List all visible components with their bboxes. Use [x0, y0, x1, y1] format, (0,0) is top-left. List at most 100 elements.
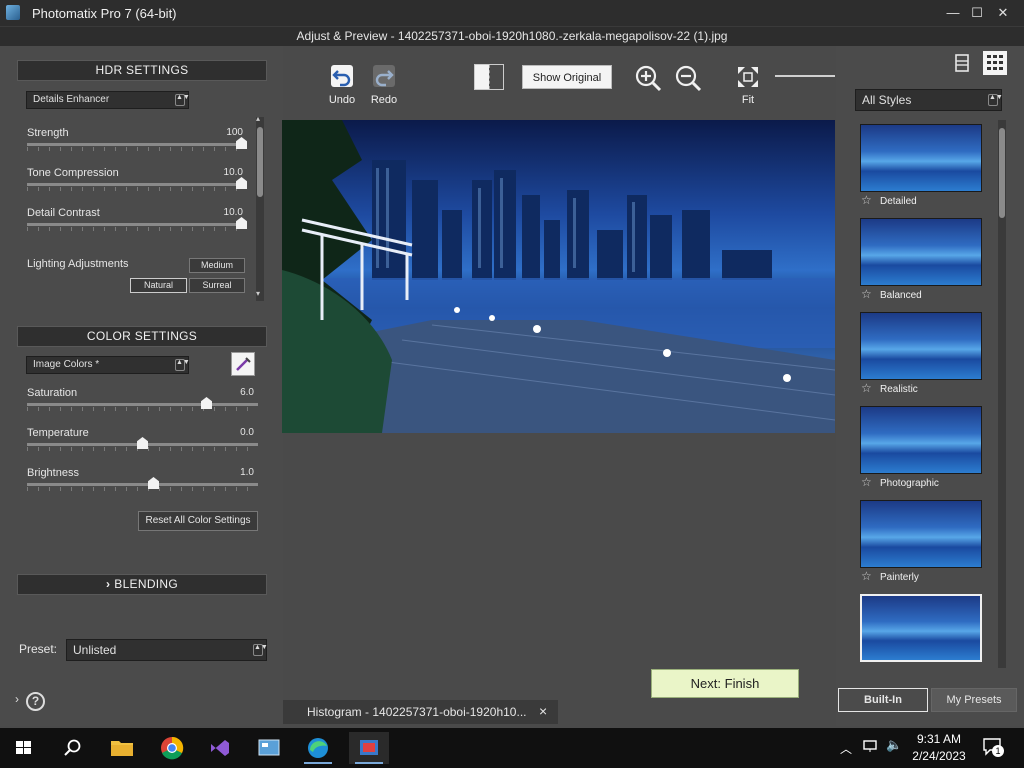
preset-select[interactable]: Unlisted ▲▼ [66, 639, 268, 661]
edge-icon [308, 738, 328, 758]
taskbar-edge[interactable] [298, 732, 338, 764]
lighting-natural-button[interactable]: Natural [130, 278, 187, 293]
taskbar-control-panel[interactable] [249, 732, 289, 764]
color-mode-select[interactable]: Image Colors * ▲▼ [26, 356, 190, 374]
volume-icon[interactable]: 🔈 [886, 737, 902, 753]
slider-track[interactable] [27, 183, 247, 186]
minimize-icon[interactable]: — [942, 3, 964, 23]
lighting-surreal-button[interactable]: Surreal [189, 278, 245, 293]
app-icon [6, 5, 20, 20]
slider-track[interactable] [27, 483, 258, 486]
color-settings-header[interactable]: COLOR SETTINGS [17, 326, 267, 347]
taskbar-time[interactable]: 9:31 AM [908, 732, 970, 746]
blending-header[interactable]: › BLENDING [17, 574, 267, 595]
split-view-icon [475, 65, 489, 89]
document-titlebar: Adjust & Preview - 1402257371-oboi-1920h… [0, 26, 1024, 46]
taskbar-chrome[interactable] [152, 732, 192, 764]
style-thumbnail[interactable] [860, 218, 982, 286]
hdr-scrollbar[interactable] [256, 117, 264, 301]
zoom-in-button[interactable] [634, 64, 662, 92]
film-strip-icon [955, 54, 969, 72]
hdr-method-value: Details Enhancer [33, 94, 110, 105]
tab-built-in[interactable]: Built-In [838, 688, 928, 712]
star-icon[interactable]: ☆ [861, 381, 872, 395]
histogram-titlebar[interactable]: Histogram - 1402257371-oboi-1920h10... × [283, 700, 558, 724]
scroll-up-icon[interactable]: ▴ [256, 114, 260, 123]
expand-chevron-icon[interactable]: › [15, 692, 19, 706]
maximize-icon[interactable]: ☐ [966, 3, 988, 23]
help-icon[interactable]: ? [26, 692, 45, 711]
lighting-medium-button[interactable]: Medium [189, 258, 245, 273]
tab-my-presets[interactable]: My Presets [931, 688, 1017, 712]
chevron-up-icon[interactable]: ︿ [840, 740, 852, 757]
histogram-close-icon[interactable]: × [539, 703, 547, 719]
split-view-button[interactable] [474, 64, 504, 90]
hdr-scroll-knob[interactable] [257, 127, 263, 197]
redo-button[interactable] [373, 65, 395, 87]
zoom-in-icon [635, 65, 662, 92]
grid-view-button[interactable] [983, 51, 1007, 75]
style-name: Realistic [880, 384, 918, 395]
style-thumbnail[interactable] [860, 500, 982, 568]
color-picker-button[interactable] [231, 352, 255, 376]
style-thumbnail[interactable] [860, 124, 982, 192]
slider-value: 10.0 [223, 207, 243, 218]
zoom-slider[interactable] [775, 75, 835, 77]
notifications-button[interactable]: 1 [982, 737, 1004, 757]
taskbar-date[interactable]: 2/24/2023 [905, 749, 973, 763]
start-button[interactable] [4, 732, 44, 764]
city-waterfront-image [282, 120, 835, 433]
active-indicator [304, 762, 332, 764]
styles-filter-value: All Styles [862, 93, 912, 107]
close-icon[interactable]: ✕ [992, 3, 1014, 23]
star-icon[interactable]: ☆ [861, 193, 872, 207]
blending-label: BLENDING [114, 577, 179, 591]
search-button[interactable] [52, 732, 92, 764]
scroll-down-icon[interactable]: ▾ [256, 289, 260, 298]
visual-studio-icon [211, 740, 229, 756]
taskbar-visual-studio[interactable] [200, 732, 240, 764]
zoom-out-icon [675, 65, 702, 92]
style-thumbnail[interactable] [860, 312, 982, 380]
slider-track[interactable] [27, 223, 247, 226]
styles-scrollbar[interactable] [998, 120, 1006, 668]
next-finish-button[interactable]: Next: Finish [651, 669, 799, 698]
preview-image[interactable] [282, 120, 835, 433]
chrome-icon [161, 736, 184, 760]
lighting-label: Lighting Adjustments [27, 258, 129, 270]
style-thumbnail[interactable] [860, 406, 982, 474]
document-title: Adjust & Preview - 1402257371-oboi-1920h… [296, 29, 728, 43]
slider-label: Detail Contrast [27, 207, 100, 219]
slider-ticks [27, 407, 258, 411]
star-icon[interactable]: ☆ [861, 287, 872, 301]
slider-track[interactable] [27, 143, 247, 146]
reset-color-settings-button[interactable]: Reset All Color Settings [138, 511, 258, 531]
star-icon[interactable]: ☆ [861, 475, 872, 489]
window-titlebar: Photomatix Pro 7 (64-bit) — ☐ ✕ [0, 0, 1024, 26]
styles-filter-select[interactable]: All Styles ▲▼ [855, 89, 1003, 111]
monitor-icon [863, 740, 877, 752]
single-view-button[interactable] [953, 53, 971, 73]
active-indicator [355, 762, 383, 764]
star-icon[interactable]: ☆ [861, 569, 872, 583]
split-line [489, 65, 490, 89]
style-thumbnail[interactable] [860, 594, 982, 662]
style-name: Detailed [880, 196, 917, 207]
taskbar-photomatix[interactable] [349, 732, 389, 764]
search-icon [64, 739, 81, 756]
taskbar-file-explorer[interactable] [102, 732, 142, 764]
slider-track[interactable] [27, 403, 258, 406]
hdr-settings-header[interactable]: HDR SETTINGS [17, 60, 267, 81]
undo-button[interactable] [331, 65, 353, 87]
undo-label: Undo [328, 94, 356, 106]
network-icon[interactable] [862, 739, 880, 753]
hdr-method-select[interactable]: Details Enhancer ▲▼ [26, 91, 190, 109]
styles-scroll-knob[interactable] [999, 128, 1005, 218]
windows-logo-icon [16, 741, 31, 754]
fit-button[interactable] [736, 65, 760, 89]
preset-value: Unlisted [73, 643, 117, 657]
show-original-button[interactable]: Show Original [522, 65, 612, 89]
photomatix-icon [360, 740, 378, 755]
slider-ticks [27, 487, 258, 491]
zoom-out-button[interactable] [674, 64, 702, 92]
